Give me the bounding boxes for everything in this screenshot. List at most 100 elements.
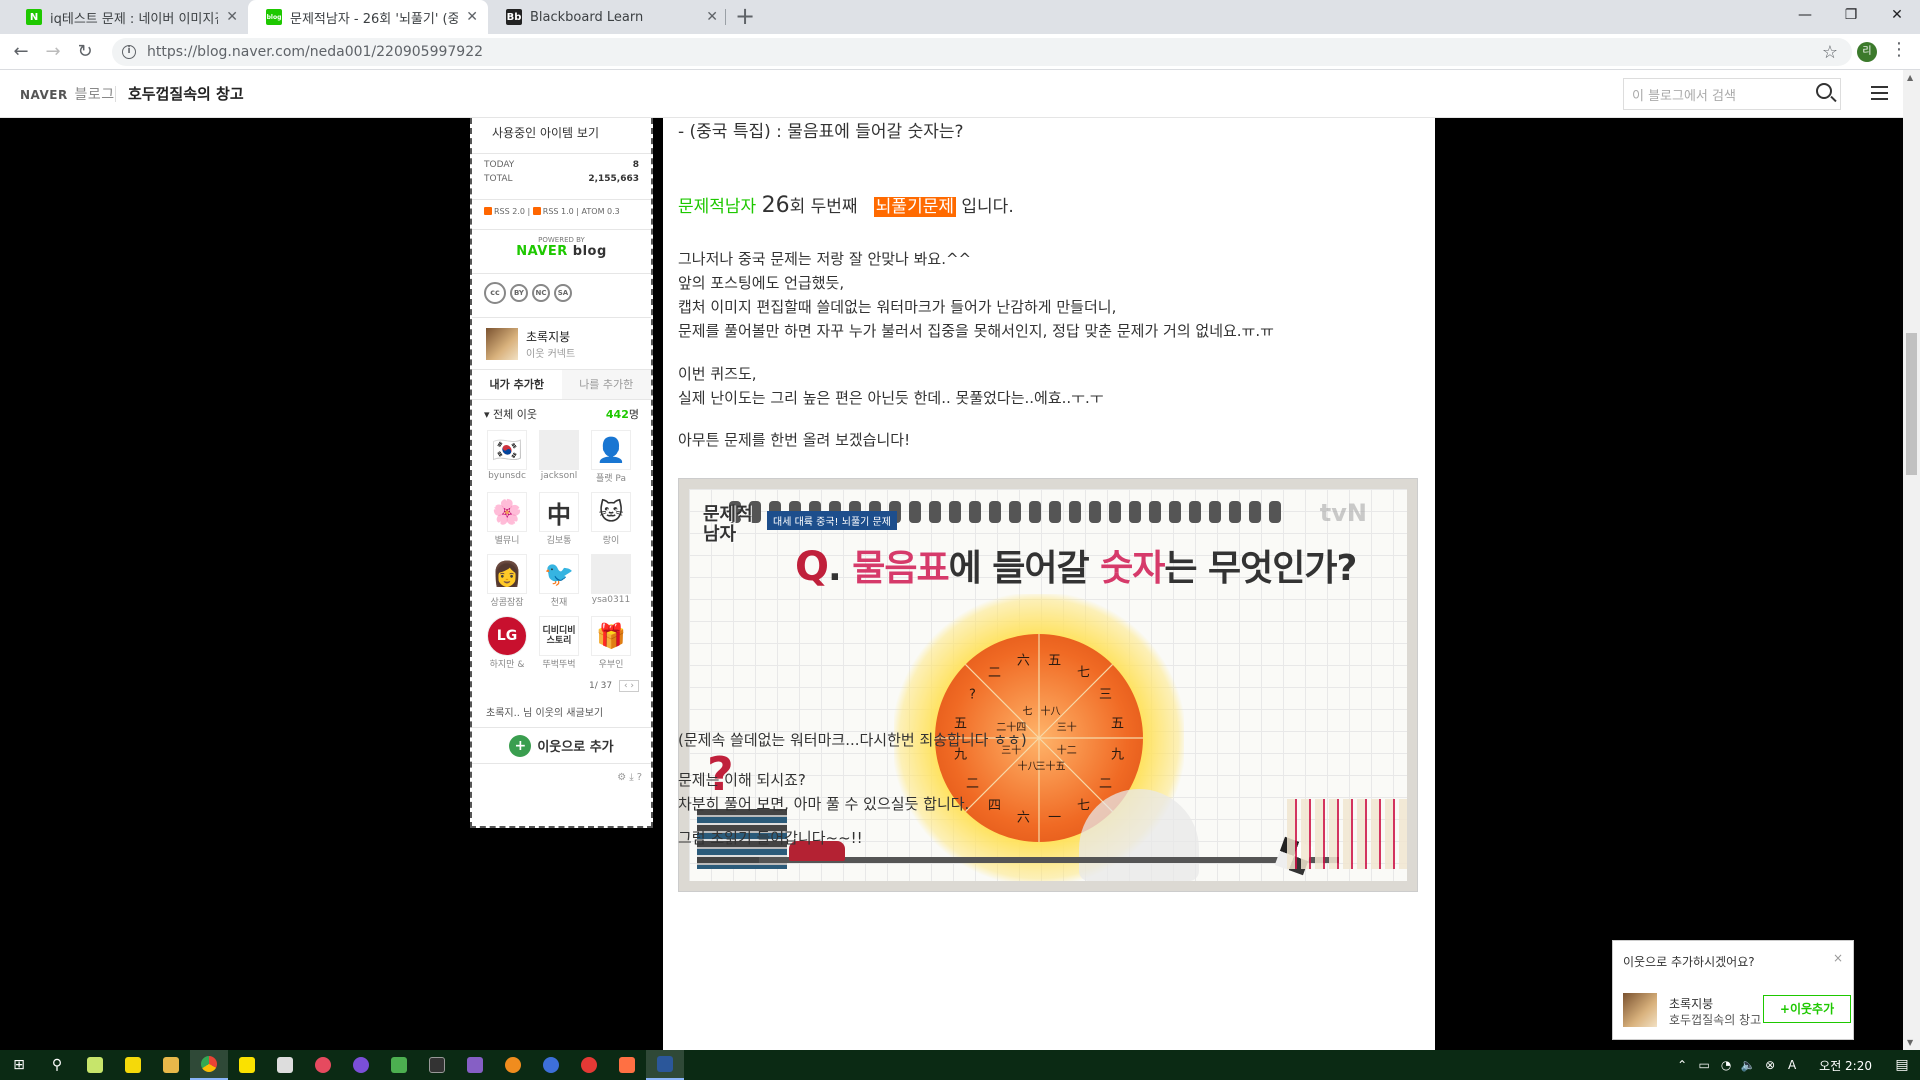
- pen-icon[interactable]: [76, 1050, 114, 1080]
- sticky-notes-icon[interactable]: [114, 1050, 152, 1080]
- close-icon[interactable]: ×: [1833, 951, 1843, 965]
- kakaotalk-icon[interactable]: [228, 1050, 266, 1080]
- help-icon[interactable]: ?: [637, 772, 645, 783]
- page-scrollbar[interactable]: ▲ ▼: [1903, 70, 1920, 1050]
- naver-logo[interactable]: NAVER 블로그: [20, 84, 115, 104]
- blog-search-input[interactable]: 이 블로그에서 검색: [1623, 78, 1841, 110]
- media-icon[interactable]: [418, 1050, 456, 1080]
- close-tab-icon[interactable]: ✕: [466, 9, 478, 25]
- restore-icon[interactable]: ❐: [1828, 0, 1874, 34]
- neighbor-name: 김보통: [546, 536, 572, 546]
- search-icon[interactable]: ⚲: [38, 1050, 76, 1080]
- menu-icon[interactable]: [1871, 86, 1888, 104]
- tab-2[interactable]: Bb Blackboard Learn ✕: [488, 0, 728, 34]
- rss-20-link[interactable]: RSS 2.0: [494, 207, 525, 216]
- neighbor-item[interactable]: LG 하지만 &: [486, 616, 528, 670]
- download-icon[interactable]: ⤓: [629, 772, 636, 783]
- blog-title[interactable]: 호두껍질속의 창고: [128, 83, 244, 104]
- neighbor-total[interactable]: ▾ 전체 이웃 442명: [472, 400, 651, 428]
- today-count: 8: [632, 160, 639, 170]
- app-icon[interactable]: [608, 1050, 646, 1080]
- scroll-thumb[interactable]: [1906, 333, 1917, 475]
- neighbor-item[interactable]: ysa0311: [590, 554, 632, 608]
- search-icon[interactable]: [1816, 83, 1832, 99]
- scroll-down-icon[interactable]: ▼: [1907, 1038, 1913, 1047]
- system-tray: ⌃ ▭ ◔ 🔈 ⊗ A 오전 2:20 ▤: [1671, 1050, 1920, 1080]
- address-bar[interactable]: i https://blog.naver.com/neda001/2209059…: [112, 38, 1852, 66]
- neighbor-item[interactable]: 🐱 랑이: [590, 492, 632, 546]
- settings-icon[interactable]: ⚙: [617, 772, 629, 783]
- naver-blog-label: 블로그: [74, 87, 115, 103]
- app-icon[interactable]: [494, 1050, 532, 1080]
- neighbor-item[interactable]: 🇰🇷 byunsdc: [486, 430, 528, 484]
- clock[interactable]: 오전 2:20: [1819, 1057, 1872, 1074]
- image-caption: (문제속 쓸데없는 워터마크...다시한번 죄송합니다 ㅎㅎ): [678, 731, 1027, 749]
- page-arrows-icon[interactable]: ‹ ›: [619, 680, 639, 692]
- total-neighbors-count: 442: [605, 408, 629, 421]
- cc-sa-icon: SA: [554, 284, 572, 302]
- neighbor-item[interactable]: 🌸 별뮤니: [486, 492, 528, 546]
- rss-10-link[interactable]: RSS 1.0: [543, 207, 574, 216]
- neighbor-item[interactable]: 디비디비 스토리 뚜벅뚜벅: [538, 616, 580, 670]
- paragraph-3: 아무튼 문제를 한번 올려 보겠습니다!: [678, 431, 911, 449]
- url-text[interactable]: https://blog.naver.com/neda001/220905997…: [147, 44, 483, 60]
- new-tab-icon[interactable]: +: [735, 2, 755, 30]
- popup-add-neighbor-button[interactable]: +이웃추가: [1763, 995, 1851, 1023]
- used-items-link[interactable]: 사용중인 아이템 보기: [472, 118, 651, 154]
- app-icon[interactable]: [532, 1050, 570, 1080]
- ime-indicator[interactable]: A: [1781, 1058, 1803, 1072]
- neighbor-new-posts-link[interactable]: 초록지.. 님 이웃의 새글보기: [472, 696, 651, 728]
- neighbor-item[interactable]: 中 김보통: [538, 492, 580, 546]
- close-window-icon[interactable]: ✕: [1874, 0, 1920, 34]
- neighbor-item[interactable]: 👩 상콤잠잠: [486, 554, 528, 608]
- neighbor-name: ysa0311: [591, 595, 631, 605]
- visual-studio-icon[interactable]: [456, 1050, 494, 1080]
- volume-icon[interactable]: 🔈: [1737, 1058, 1759, 1072]
- naver-blog-logo: NAVER blog: [472, 244, 651, 259]
- add-neighbor-button[interactable]: + 이웃으로 추가: [472, 728, 651, 764]
- tab-0[interactable]: N iq테스트 문제 : 네이버 이미지검 ✕: [8, 0, 248, 34]
- site-info-icon[interactable]: i: [122, 45, 136, 59]
- bookmark-star-icon[interactable]: ☆: [1822, 42, 1838, 63]
- neighbor-item[interactable]: 🐦 천재: [538, 554, 580, 608]
- word-icon[interactable]: [646, 1050, 684, 1080]
- windows-start-icon[interactable]: ⊞: [0, 1050, 38, 1080]
- text-line: 실제 난이도는 그리 높은 편은 아닌듯 한데.. 못풀었다는..에효..ㅜ.ㅜ: [678, 389, 1104, 407]
- network-icon[interactable]: ⊗: [1759, 1058, 1781, 1072]
- neighbor-avatar: 中: [539, 492, 579, 532]
- app-icon[interactable]: [304, 1050, 342, 1080]
- neighbor-connect[interactable]: 초록지붕 이웃 커넥트: [472, 318, 651, 370]
- neighbor-item[interactable]: 👤 플랫 Pa: [590, 430, 632, 484]
- tab-1[interactable]: blog 문제적남자 - 26회 '뇌풀기' (중국 ✕: [248, 0, 488, 34]
- chrome-icon[interactable]: [190, 1050, 228, 1080]
- neighbor-item[interactable]: 🎁 우부인: [590, 616, 632, 670]
- notification-icon[interactable]: ▤: [1884, 1057, 1920, 1073]
- tab-added-me[interactable]: 나를 추가한: [561, 370, 651, 399]
- tray-expand-icon[interactable]: ⌃: [1671, 1058, 1693, 1072]
- close-tab-icon[interactable]: ✕: [226, 9, 238, 25]
- quiz-tag: 대세 대륙 중국! 뇌풀기 문제: [767, 511, 897, 530]
- calculator-icon[interactable]: [266, 1050, 304, 1080]
- creative-commons-badges[interactable]: cc BY NC SA: [472, 274, 651, 318]
- close-tab-icon[interactable]: ✕: [706, 9, 718, 25]
- rss-icon: [532, 207, 541, 215]
- back-icon[interactable]: ←: [8, 39, 34, 65]
- profile-avatar[interactable]: 리: [1857, 42, 1877, 62]
- chrome-menu-icon[interactable]: ⋮: [1890, 39, 1908, 60]
- forward-icon[interactable]: →: [40, 39, 66, 65]
- tab-separator: [725, 9, 726, 25]
- tab-added-by-me[interactable]: 내가 추가한: [472, 370, 562, 399]
- neighbor-item[interactable]: jacksonl: [538, 430, 580, 484]
- app-icon[interactable]: [570, 1050, 608, 1080]
- battery-icon[interactable]: ▭: [1693, 1058, 1715, 1072]
- scroll-up-icon[interactable]: ▲: [1907, 73, 1913, 82]
- powered-by-naver-blog[interactable]: POWERED BY NAVER blog: [472, 230, 651, 274]
- wifi-icon[interactable]: ◔: [1715, 1058, 1737, 1072]
- atom-link[interactable]: ATOM 0.3: [582, 207, 620, 216]
- browser-toolbar: ← → ↻ i https://blog.naver.com/neda001/2…: [0, 34, 1920, 70]
- minimize-icon[interactable]: —: [1782, 0, 1828, 34]
- reload-icon[interactable]: ↻: [72, 39, 98, 65]
- app-icon[interactable]: [380, 1050, 418, 1080]
- app-icon[interactable]: [342, 1050, 380, 1080]
- file-explorer-icon[interactable]: [152, 1050, 190, 1080]
